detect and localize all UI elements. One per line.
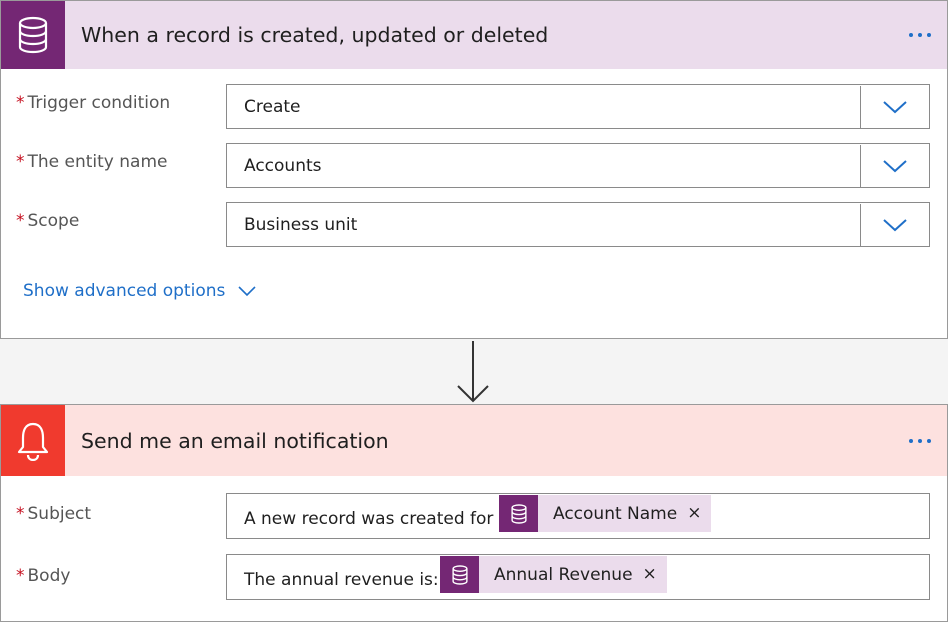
action-more-menu-button[interactable] bbox=[907, 433, 933, 449]
body-label: * Body bbox=[16, 566, 71, 586]
chevron-down-icon[interactable] bbox=[860, 144, 929, 188]
show-advanced-options-link[interactable]: Show advanced options bbox=[23, 281, 257, 301]
database-icon bbox=[1, 1, 65, 69]
chevron-down-icon[interactable] bbox=[860, 85, 929, 129]
subject-input[interactable]: A new record was created for Account Nam… bbox=[226, 493, 930, 539]
chevron-down-icon bbox=[238, 286, 256, 297]
trigger-condition-select[interactable]: Create bbox=[226, 84, 930, 129]
close-icon[interactable]: × bbox=[643, 566, 657, 583]
subject-label: * Subject bbox=[16, 504, 92, 524]
entity-name-value: Accounts bbox=[244, 155, 322, 176]
action-title: Send me an email notification bbox=[81, 428, 389, 453]
entity-name-label: * The entity name bbox=[16, 152, 168, 172]
annual-revenue-token[interactable]: Annual Revenue × bbox=[440, 556, 667, 593]
arrow-down-icon bbox=[457, 341, 489, 403]
trigger-condition-label: * Trigger condition bbox=[16, 93, 171, 113]
close-icon[interactable]: × bbox=[687, 505, 701, 522]
entity-name-select[interactable]: Accounts bbox=[226, 143, 930, 188]
scope-label: * Scope bbox=[16, 211, 80, 231]
dot-icon bbox=[927, 33, 931, 37]
dot-icon bbox=[918, 33, 922, 37]
account-name-token[interactable]: Account Name × bbox=[499, 495, 712, 532]
chevron-down-icon[interactable] bbox=[860, 203, 929, 247]
subject-text: A new record was created for bbox=[244, 509, 494, 529]
body-text: The annual revenue is: bbox=[244, 570, 439, 590]
account-name-token-label: Account Name bbox=[553, 503, 678, 524]
bell-icon bbox=[1, 405, 65, 476]
trigger-condition-value: Create bbox=[244, 96, 301, 117]
scope-select[interactable]: Business unit bbox=[226, 202, 930, 247]
body-input[interactable]: The annual revenue is: Annual Revenue × bbox=[226, 554, 930, 600]
action-card: Send me an email notification * Subject A… bbox=[0, 404, 948, 622]
action-header[interactable]: Send me an email notification bbox=[1, 405, 947, 476]
database-icon bbox=[440, 556, 479, 593]
dot-icon bbox=[909, 33, 913, 37]
trigger-title: When a record is created, updated or del… bbox=[81, 23, 549, 47]
trigger-header[interactable]: When a record is created, updated or del… bbox=[1, 1, 947, 69]
dot-icon bbox=[927, 438, 931, 443]
scope-value: Business unit bbox=[244, 214, 358, 235]
database-icon bbox=[499, 495, 538, 532]
trigger-more-menu-button[interactable] bbox=[907, 27, 933, 43]
trigger-card: When a record is created, updated or del… bbox=[0, 0, 948, 339]
show-advanced-options-label: Show advanced options bbox=[23, 281, 226, 301]
dot-icon bbox=[918, 438, 922, 443]
annual-revenue-token-label: Annual Revenue bbox=[494, 564, 633, 585]
dot-icon bbox=[909, 438, 913, 443]
